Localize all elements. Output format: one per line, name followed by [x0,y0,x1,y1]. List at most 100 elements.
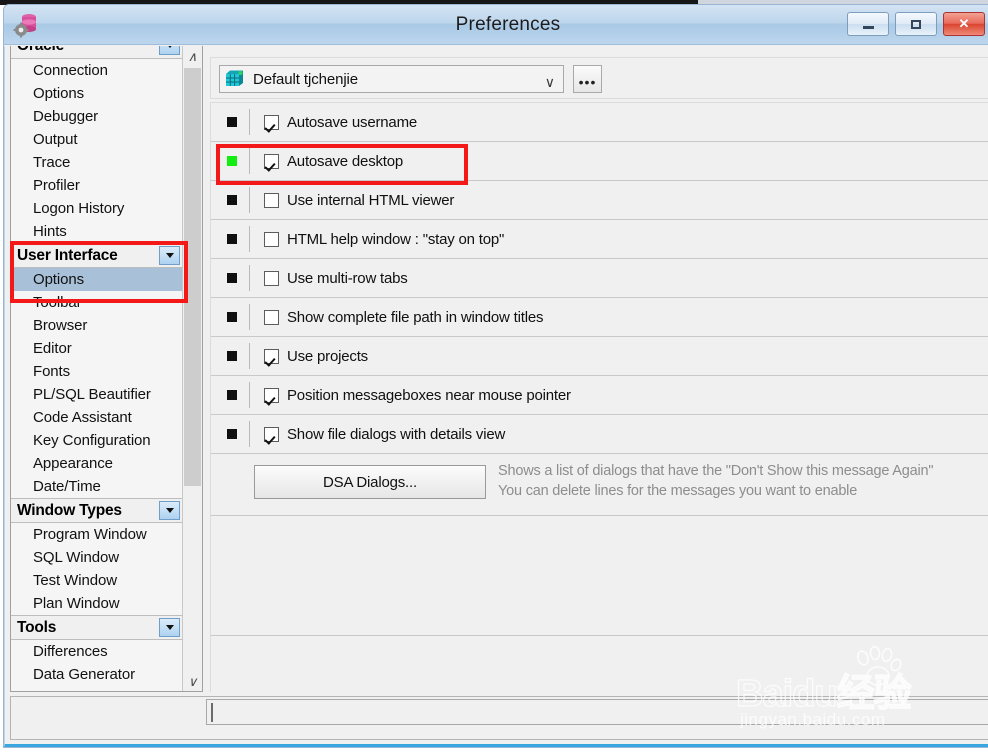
category-label: User Interface [17,246,118,264]
sidebar-item-hints[interactable]: Hints [11,220,183,243]
sidebar-item-profiler[interactable]: Profiler [11,174,183,197]
option-label: Position messageboxes near mouse pointer [287,386,571,404]
option-row[interactable]: Autosave desktop [211,142,988,181]
row-divider [249,421,250,447]
sidebar-item-test-window[interactable]: Test Window [11,569,183,592]
options-empty-area [211,516,988,636]
checkbox[interactable] [264,309,279,325]
chevron-down-icon [165,253,174,258]
dsa-description-line1: Shows a list of dialogs that have the "D… [498,463,934,479]
close-icon: ✕ [958,16,970,31]
preferences-window: Preferences ✕ OracleConnectionOptionsDeb… [3,4,988,748]
category-label: Oracle [11,46,64,55]
option-row[interactable]: Show file dialogs with details view [211,415,988,454]
chevron-down-icon [165,625,174,630]
option-label: Show complete file path in window titles [287,308,544,326]
chevron-down-icon [165,46,174,48]
minimize-button[interactable] [847,12,889,36]
sidebar-item-key-configuration[interactable]: Key Configuration [11,429,183,452]
option-row[interactable]: HTML help window : "stay on top" [211,220,988,259]
sidebar-item-logon-history[interactable]: Logon History [11,197,183,220]
sidebar-item-editor[interactable]: Editor [11,337,183,360]
title-bar: Preferences ✕ [4,5,988,45]
text-caret [211,703,213,722]
sidebar-item-fonts[interactable]: Fonts [11,360,183,383]
checkbox[interactable] [264,348,279,364]
options-list: Autosave username Autosave desktop Use int… [210,102,988,716]
maximize-icon [896,13,936,35]
option-row[interactable]: Show complete file path in window titles [211,298,988,337]
preference-set-value: Default tjchenjie [253,70,359,88]
scroll-down-arrow-icon[interactable]: ∨ [183,671,202,691]
option-row[interactable]: Use projects [211,337,988,376]
row-divider [249,343,250,369]
chevron-down-icon[interactable]: ∨ [545,74,555,91]
row-divider [249,265,250,291]
default-indicator-icon [227,117,237,127]
sidebar-item-data-generator[interactable]: Data Generator [11,663,183,686]
sidebar-item-options[interactable]: Options [11,268,183,291]
option-row[interactable]: Use internal HTML viewer [211,181,988,220]
modified-indicator-icon [227,156,237,166]
close-button[interactable]: ✕ [943,12,985,36]
option-row[interactable]: Autosave username [211,103,988,142]
default-indicator-icon [227,312,237,322]
dsa-dialogs-button[interactable]: DSA Dialogs... [254,465,486,499]
sidebar-scrollbar[interactable]: ∧ ∨ [182,46,202,691]
minimize-icon [848,13,888,35]
checkbox[interactable] [264,270,279,286]
maximize-button[interactable] [895,12,937,36]
category-header-user-interface[interactable]: User Interface [11,243,183,268]
preference-set-combo[interactable]: Default tjchenjie ∨ [219,65,564,93]
category-label: Tools [17,618,57,636]
category-collapse-button[interactable] [159,46,180,55]
sidebar-item-output[interactable]: Output [11,128,183,151]
checkbox[interactable] [264,426,279,442]
checkbox[interactable] [264,231,279,247]
sidebar-list: OracleConnectionOptionsDebuggerOutputTra… [11,46,183,691]
row-divider [249,226,250,252]
checkbox[interactable] [264,387,279,403]
sidebar-item-code-assistant[interactable]: Code Assistant [11,406,183,429]
sidebar-item-appearance[interactable]: Appearance [11,452,183,475]
bottom-panel [10,696,988,740]
checkbox[interactable] [264,153,279,169]
sidebar-item-connection[interactable]: Connection [11,59,183,82]
option-row[interactable]: Position messageboxes near mouse pointer [211,376,988,415]
default-indicator-icon [227,351,237,361]
sidebar-item-toolbar[interactable]: Toolbar [11,291,183,314]
sidebar-item-differences[interactable]: Differences [11,640,183,663]
category-header-oracle[interactable]: Oracle [11,46,183,59]
sidebar-item-trace[interactable]: Trace [11,151,183,174]
sidebar-item-pl-sql-beautifier[interactable]: PL/SQL Beautifier [11,383,183,406]
row-divider [249,148,250,174]
sidebar-item-date-time[interactable]: Date/Time [11,475,183,498]
category-collapse-button[interactable] [159,246,180,265]
category-header-tools[interactable]: Tools [11,615,183,640]
sidebar-item-sql-window[interactable]: SQL Window [11,546,183,569]
option-label: Use internal HTML viewer [287,191,455,209]
category-label: Window Types [17,501,122,519]
option-row[interactable]: Use multi-row tabs [211,259,988,298]
preference-set-options-button[interactable]: ••• [573,65,602,93]
checkbox[interactable] [264,192,279,208]
dsa-description-line2: You can delete lines for the messages yo… [498,483,858,499]
category-header-window-types[interactable]: Window Types [11,498,183,523]
sidebar-item-options[interactable]: Options [11,82,183,105]
preference-set-icon [226,70,243,86]
sidebar-item-debugger[interactable]: Debugger [11,105,183,128]
window-client-area: OracleConnectionOptionsDebuggerOutputTra… [4,46,988,747]
bottom-text-input[interactable] [206,699,988,725]
checkbox[interactable] [264,114,279,130]
sidebar-item-plan-window[interactable]: Plan Window [11,592,183,615]
option-label: HTML help window : "stay on top" [287,230,505,248]
category-collapse-button[interactable] [159,618,180,637]
dsa-dialogs-row: DSA Dialogs... Shows a list of dialogs th… [211,454,988,516]
sidebar-item-browser[interactable]: Browser [11,314,183,337]
scroll-up-arrow-icon[interactable]: ∧ [183,46,202,66]
category-collapse-button[interactable] [159,501,180,520]
dsa-description: Shows a list of dialogs that have the "D… [498,461,988,501]
scrollbar-thumb[interactable] [184,68,201,486]
sidebar-item-program-window[interactable]: Program Window [11,523,183,546]
default-indicator-icon [227,273,237,283]
